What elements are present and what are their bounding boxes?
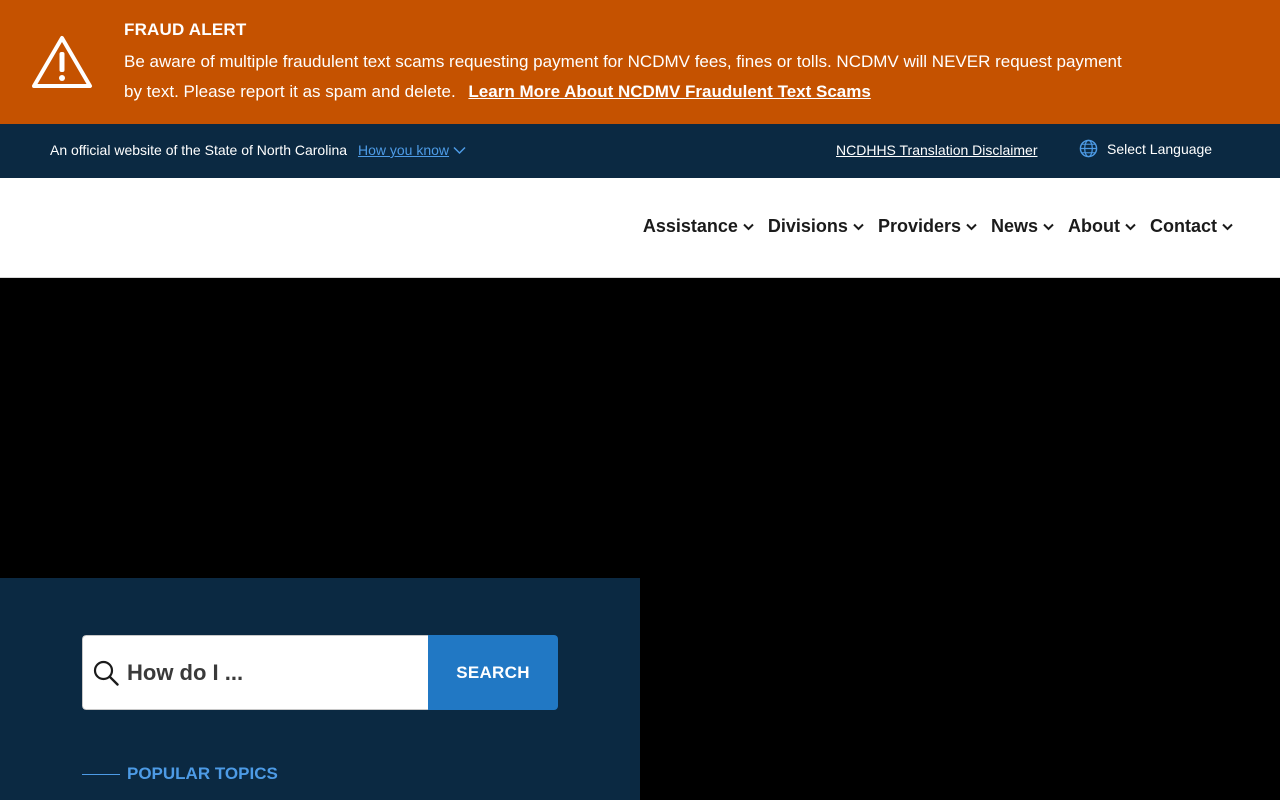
warning-triangle-icon — [32, 36, 92, 88]
chevron-down-icon — [966, 223, 977, 230]
nav-item-contact[interactable]: Contact — [1150, 216, 1233, 237]
chevron-down-icon — [853, 223, 864, 230]
search-button[interactable]: SEARCH — [428, 635, 558, 710]
chevron-down-icon — [743, 223, 754, 230]
search-input[interactable] — [127, 636, 423, 709]
translation-disclaimer-link[interactable]: NCDHHS Translation Disclaimer — [836, 142, 1038, 158]
nav-item-label: Providers — [877, 216, 961, 236]
chevron-down-icon — [1222, 223, 1233, 230]
site-header: Assistance Divisions Providers News Abou… — [0, 178, 1280, 278]
fraud-alert-banner: FRAUD ALERT Be aware of multiple fraudul… — [0, 0, 1280, 124]
how-you-know-toggle[interactable]: How you know — [358, 142, 466, 158]
nav-item-label: Divisions — [767, 216, 848, 236]
nav-item-label: About — [1068, 216, 1120, 236]
globe-icon — [1079, 139, 1098, 158]
nav-item-divisions[interactable]: Divisions — [768, 216, 864, 237]
chevron-down-icon — [453, 146, 466, 154]
nav-item-label: Assistance — [642, 216, 738, 236]
nav-item-label: News — [990, 216, 1039, 236]
alert-message-container: Be aware of multiple fraudulent text sca… — [124, 47, 1134, 107]
search-icon — [93, 660, 119, 686]
select-language-button[interactable]: Select Language — [1079, 139, 1212, 158]
nav-item-label: Contact — [1150, 216, 1217, 236]
popular-topics-heading: POPULAR TOPICS — [82, 764, 278, 784]
nav-item-news[interactable]: News — [991, 216, 1054, 237]
official-site-bar: An official website of the State of Nort… — [0, 124, 1280, 178]
alert-title: FRAUD ALERT — [124, 20, 247, 39]
official-site-text: An official website of the State of Nort… — [50, 142, 348, 158]
search-form: SEARCH — [82, 635, 558, 710]
nav-item-providers[interactable]: Providers — [878, 216, 977, 237]
chevron-down-icon — [1043, 223, 1054, 230]
popular-topics-label: POPULAR TOPICS — [127, 764, 278, 783]
nav-item-about[interactable]: About — [1068, 216, 1136, 237]
nav-item-assistance[interactable]: Assistance — [643, 216, 754, 237]
chevron-down-icon — [1125, 223, 1136, 230]
select-language-label: Select Language — [1107, 140, 1213, 157]
fraud-scams-link[interactable]: Learn More About NCDMV Fraudulent Text S… — [468, 82, 870, 101]
how-you-know-label: How you know — [358, 142, 450, 158]
search-panel: SEARCH POPULAR TOPICS — [0, 578, 640, 800]
main-nav: Assistance Divisions Providers News Abou… — [643, 216, 1233, 237]
search-field-wrapper — [82, 635, 428, 710]
heading-rule — [82, 773, 120, 775]
